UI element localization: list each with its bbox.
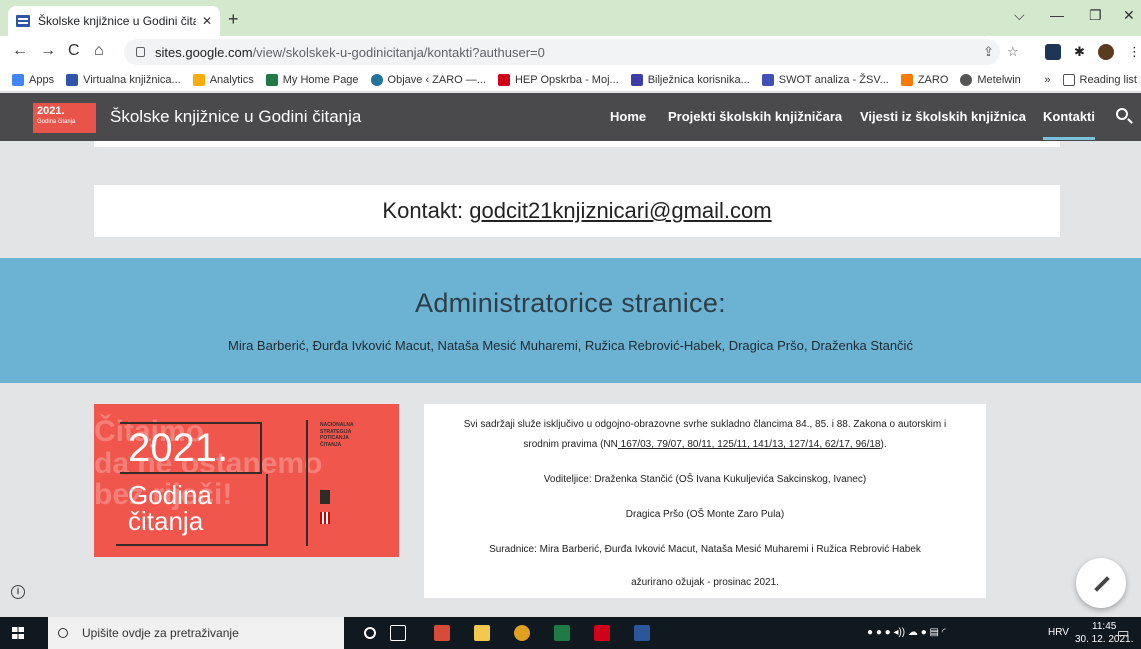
bookmark-star-icon[interactable]: ☆ <box>1007 44 1019 60</box>
google-sites-icon <box>16 15 30 27</box>
nav-home[interactable]: Home <box>610 109 646 124</box>
contact-label: Kontakt: <box>382 198 470 223</box>
language-indicator[interactable]: HRV <box>1048 627 1069 638</box>
address-bar[interactable]: sites.google.com /view/skolskek-u-godini… <box>124 39 1000 65</box>
home-page-icon <box>265 73 278 86</box>
bookmarks-overflow[interactable]: » <box>1044 74 1050 86</box>
info-icon[interactable]: i <box>11 585 25 599</box>
bookmark-zaro[interactable]: ZARO <box>900 73 948 86</box>
bookmark-my-home-page[interactable]: My Home Page <box>265 73 359 86</box>
apps-grid-icon <box>12 73 24 86</box>
analytics-icon <box>192 73 205 86</box>
croatian-coat-of-arms-icon <box>320 512 330 524</box>
cortana-icon[interactable] <box>364 627 376 639</box>
strategy-logo: NACIONALNA STRATEGIJA POTICANJA ČITANJA <box>320 422 354 448</box>
browser-toolbar: ← → C ⌂ sites.google.com /view/skolskek-… <box>0 36 1141 68</box>
windows-taskbar: Upišite ovdje za pretraživanje ● ● ● ◂))… <box>0 617 1141 649</box>
tray-icons[interactable]: ● ● ● ◂)) ☁ ● ▤ ◜ <box>867 627 946 638</box>
home-icon[interactable]: ⌂ <box>94 42 104 60</box>
bookmark-hep[interactable]: HEP Opskrba - Moj... <box>497 73 619 86</box>
info-legal-line2: srodnim pravima (NN 167/03, 79/07, 80/11… <box>523 439 887 450</box>
bookmark-virtualna[interactable]: Virtualna knjižnica... <box>66 73 181 86</box>
bookmark-metelwin[interactable]: Metelwin <box>960 73 1021 86</box>
contact-email-link[interactable]: godcit21knjiznicari@gmail.com <box>469 198 771 223</box>
url-host: sites.google.com <box>155 44 253 60</box>
url-path: /view/skolskek-u-godinicitanja/kontakti?… <box>252 44 545 60</box>
info-leader2: Dragica Pršo (OŠ Monte Zaro Pula) <box>625 509 785 520</box>
edit-fab-button[interactable] <box>1076 558 1126 608</box>
extensions-puzzle-icon[interactable]: ✱ <box>1074 44 1085 60</box>
close-tab-icon[interactable]: ✕ <box>202 14 212 28</box>
bookmark-analytics[interactable]: Analytics <box>192 73 254 86</box>
notebook-icon <box>630 73 643 86</box>
nav-projekti[interactable]: Projekti školskih knjižničara <box>668 109 842 124</box>
reading-list-button[interactable]: Reading list <box>1062 73 1137 86</box>
bookmark-objave[interactable]: Objave ‹ ZARO —... <box>370 73 486 86</box>
info-box: Svi sadržaji služe isključivo u odgojno-… <box>424 404 986 598</box>
admins-heading: Administratorice stranice: <box>415 288 726 318</box>
wordpress-icon <box>370 73 383 86</box>
godina-citanja-banner: Čitajmo da ne ostanemo bez riječi! 2021. G… <box>94 404 399 557</box>
hep-icon <box>497 73 510 86</box>
excel-like-app-icon[interactable] <box>554 625 570 641</box>
forward-icon[interactable]: → <box>40 42 56 60</box>
close-window-button[interactable]: ✕ <box>1123 7 1135 24</box>
file-explorer-icon[interactable] <box>474 625 490 641</box>
back-icon[interactable]: ← <box>12 42 28 60</box>
site-header: 2021. Godina čitanja Školske knjižnice u… <box>0 93 1141 141</box>
new-tab-button[interactable]: + <box>228 9 239 30</box>
extension-icon[interactable] <box>1045 44 1061 60</box>
taskbar-search-placeholder: Upišite ovdje za pretraživanje <box>82 626 239 640</box>
law-references-link[interactable]: 167/03, 79/07, 80/11, 125/11, 141/13, 12… <box>618 439 881 450</box>
tab-title: Školske knjižnice u Godini čitanja <box>38 14 196 28</box>
browser-tab[interactable]: Školske knjižnice u Godini čitanja ✕ <box>8 6 220 36</box>
tab-search-icon[interactable]: ⌵ <box>1014 7 1025 24</box>
zaro-icon <box>900 73 913 86</box>
info-legal-line1: Svi sadržaji služe isključivo u odgojno-… <box>463 419 947 430</box>
search-icon <box>58 628 68 638</box>
admins-names: Mira Barberić, Đurđa Ivković Macut, Nata… <box>228 338 913 353</box>
bookmark-biljeznica[interactable]: Bilježnica korisnika... <box>630 73 750 86</box>
info-leaders: Voditeljice: Draženka Stančić (OŠ Ivana … <box>543 474 867 485</box>
search-icon[interactable] <box>1116 108 1128 120</box>
banner-year: 2021. <box>128 426 229 470</box>
restore-button[interactable]: ❐ <box>1089 7 1102 24</box>
notifications-icon[interactable]: ▭ <box>1117 625 1129 641</box>
banner-title: Godina čitanja <box>128 480 212 536</box>
ministry-logo-icon <box>320 490 330 504</box>
admins-section <box>0 258 1141 383</box>
contact-box: Kontakt: godcit21knjiznicari@gmail.com <box>94 185 1060 237</box>
menu-icon[interactable]: ⋮ <box>1128 44 1141 60</box>
info-collaborators: Suradnice: Mira Barberić, Đurđa Ivković … <box>489 544 921 555</box>
info-updated: ažurirano ožujak - prosinac 2021. <box>631 577 779 588</box>
nav-vijesti[interactable]: Vijesti iz školskih knjižnica <box>860 109 1026 124</box>
share-icon[interactable]: ⇪ <box>983 44 994 60</box>
popcorn-app-icon[interactable] <box>434 625 450 641</box>
metelwin-icon <box>960 73 973 86</box>
task-view-icon[interactable] <box>390 625 406 641</box>
reading-list-icon <box>1062 73 1075 86</box>
forms-icon <box>761 73 774 86</box>
bookmarks-bar: Apps Virtualna knjižnica... Analytics My… <box>0 68 1141 92</box>
windows-start-icon[interactable] <box>12 627 24 639</box>
site-title[interactable]: Školske knjižnice u Godini čitanja <box>110 107 361 127</box>
reload-icon[interactable]: C <box>68 42 80 60</box>
word-icon[interactable] <box>634 625 650 641</box>
content-top-strip <box>94 141 1060 147</box>
taskbar-search[interactable]: Upišite ovdje za pretraživanje <box>48 617 344 649</box>
profile-avatar[interactable] <box>1098 44 1114 60</box>
acrobat-icon[interactable] <box>594 625 610 641</box>
google-sites-icon <box>66 73 79 86</box>
tab-strip: Školske knjižnice u Godini čitanja ✕ + ⌵… <box>0 0 1141 36</box>
chrome-icon[interactable] <box>514 625 530 641</box>
bookmark-swot[interactable]: SWOT analiza - ŽSV... <box>761 73 889 86</box>
nav-kontakti[interactable]: Kontakti <box>1043 109 1095 140</box>
lock-icon <box>136 47 145 57</box>
bookmark-apps[interactable]: Apps <box>12 73 54 86</box>
site-logo[interactable]: 2021. Godina čitanja <box>33 103 96 133</box>
minimize-button[interactable]: — <box>1050 7 1064 23</box>
